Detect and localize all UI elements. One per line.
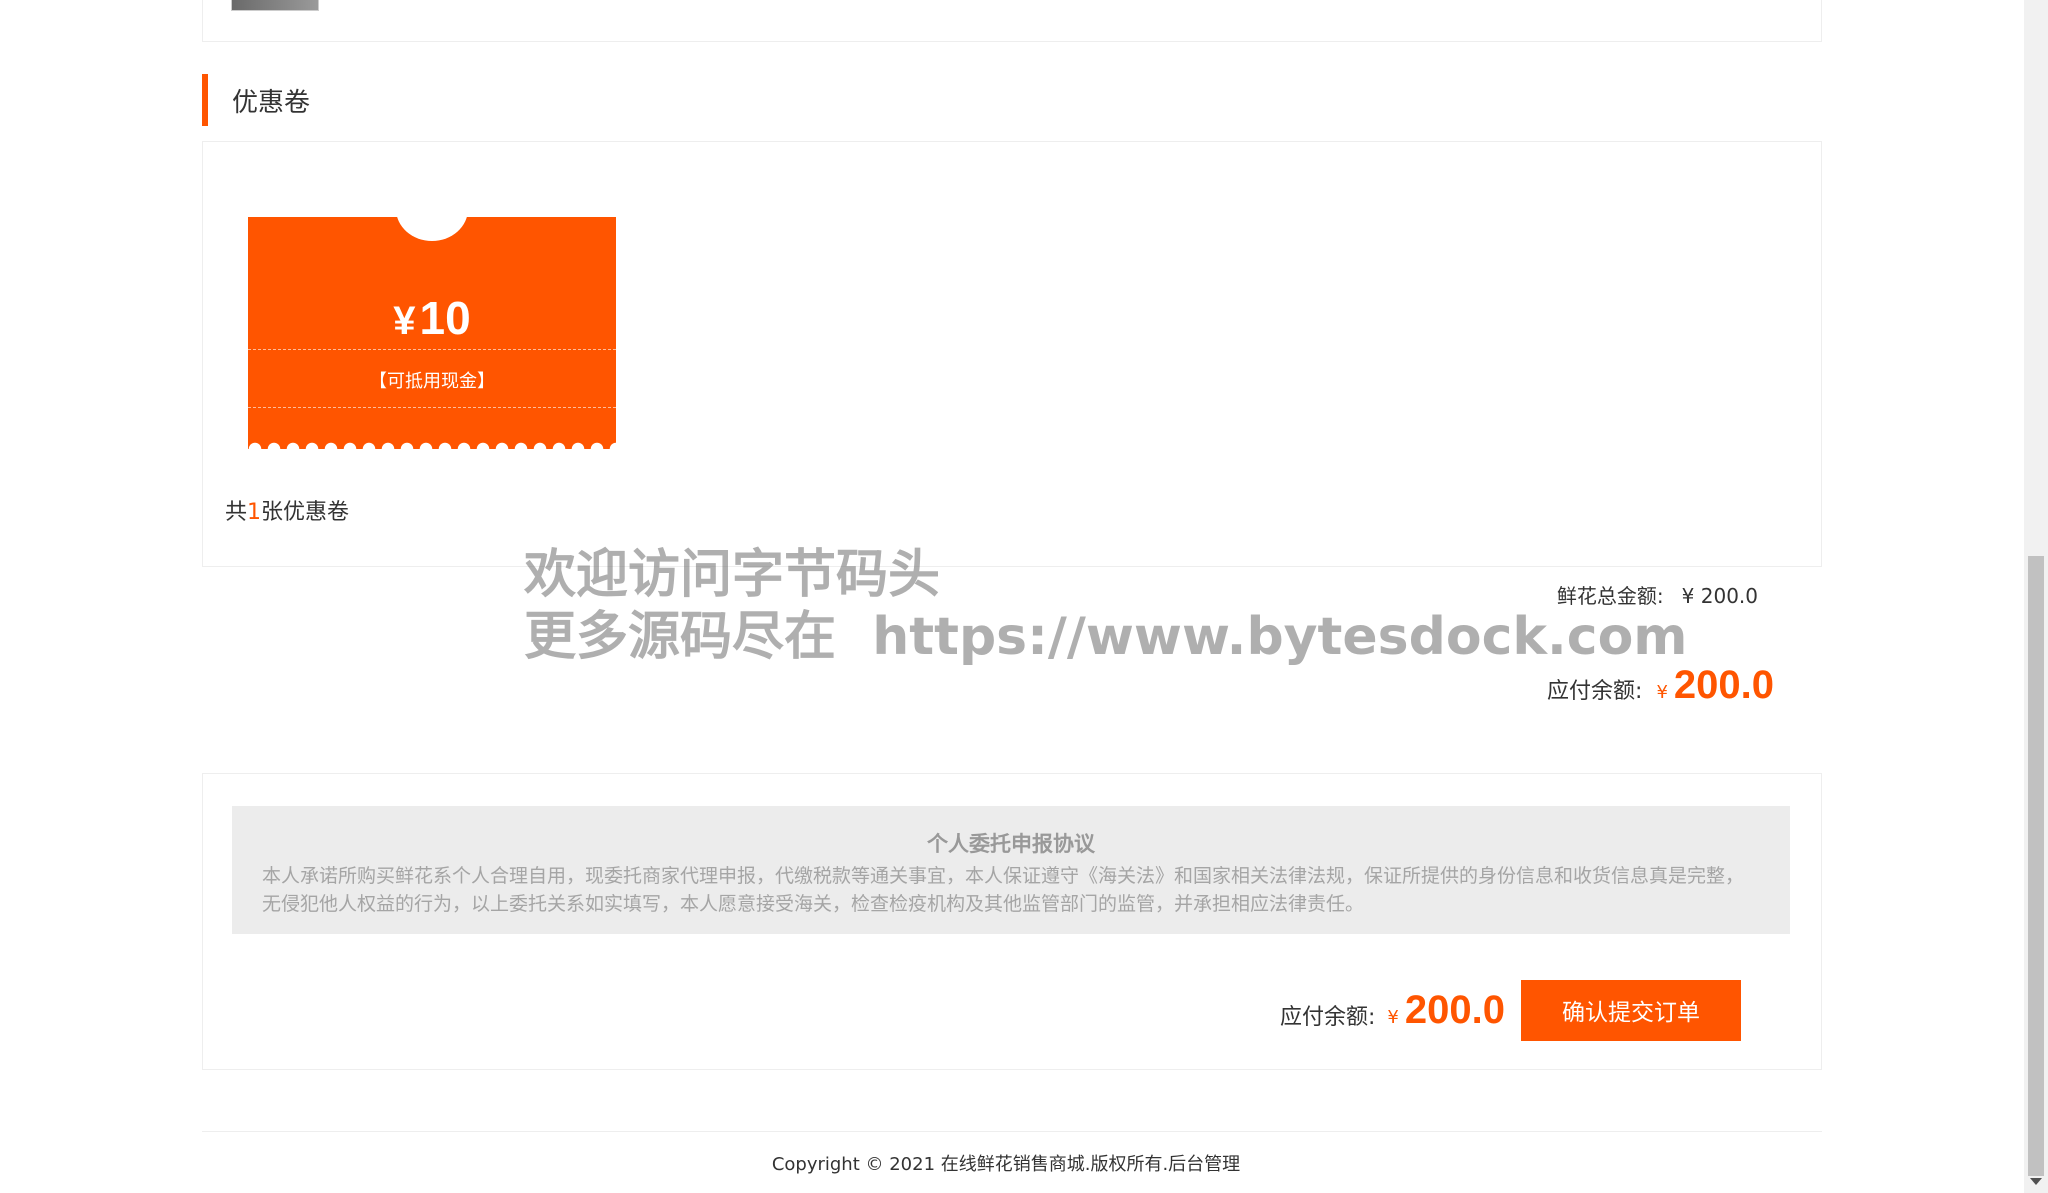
coupon-notch xyxy=(396,217,468,241)
product-thumbnail[interactable] xyxy=(231,0,319,11)
submit-payable-currency-symbol: ¥ xyxy=(1387,1006,1399,1028)
submit-payable-label: 应付余额: xyxy=(1280,1005,1376,1030)
agreement-text: 本人承诺所购买鲜花系个人合理自用，现委托商家代理申报，代缴税款等通关事宜，本人保… xyxy=(262,865,1745,915)
scroll-down-arrow-icon[interactable] xyxy=(2030,1178,2042,1185)
submit-payable-amount: 200.0 xyxy=(1404,987,1505,1032)
coupon-section-title-text: 优惠卷 xyxy=(232,87,311,118)
payable-currency-symbol: ¥ xyxy=(1656,682,1668,703)
coupon-divider xyxy=(248,349,616,350)
coupon-divider xyxy=(248,407,616,408)
coupon-count-suffix: 张优惠卷 xyxy=(261,500,350,525)
coupon-currency-symbol: ¥ xyxy=(393,299,416,343)
payable-row: 应付余额: ¥ 200.0 xyxy=(1547,663,1774,708)
coupon-scalloped-edge xyxy=(248,439,616,449)
flower-total-row: 鲜花总金额: ¥ 200.0 xyxy=(1557,580,1758,609)
scrollbar-thumb[interactable] xyxy=(2028,556,2044,1176)
footer-copyright: Copyright © 2021 在线鲜花销售商城.版权所有.后台管理 xyxy=(771,1154,1241,1175)
confirm-submit-order-button[interactable]: 确认提交订单 xyxy=(1520,979,1741,1041)
coupon-amount: ¥10 xyxy=(248,291,616,345)
product-card-bottom xyxy=(202,0,1822,42)
submit-row: 应付余额: ¥ 200.0 确认提交订单 xyxy=(1280,979,1741,1041)
coupon-count-prefix: 共 xyxy=(225,500,248,525)
flower-total-value: ¥ 200.0 xyxy=(1681,584,1758,608)
coupon-section-title: 优惠卷 xyxy=(202,74,310,126)
agreement-box: 个人委托申报协议 本人承诺所购买鲜花系个人合理自用，现委托商家代理申报，代缴税款… xyxy=(232,806,1790,934)
flower-total-label: 鲜花总金额: xyxy=(1556,584,1664,608)
coupon-amount-value: 10 xyxy=(419,292,471,344)
watermark-line: 更多源码尽在 https://www.bytesdock.com xyxy=(524,607,1688,667)
order-confirm-page: 优惠卷 ¥10 【可抵用现金】 共1张优惠卷 鲜花总金额: ¥ 200.0 应付余… xyxy=(0,0,2048,1193)
coupon-count-number: 1 xyxy=(247,500,262,525)
coupon-count: 共1张优惠卷 xyxy=(225,494,349,526)
coupon-card[interactable]: ¥10 【可抵用现金】 xyxy=(248,217,616,449)
footer-divider xyxy=(202,1131,1822,1132)
payable-label: 应付余额: xyxy=(1547,679,1643,704)
payable-amount: 200.0 xyxy=(1673,663,1774,707)
agreement-title: 个人委托申报协议 xyxy=(927,832,1095,856)
coupon-note: 【可抵用现金】 xyxy=(369,371,495,392)
